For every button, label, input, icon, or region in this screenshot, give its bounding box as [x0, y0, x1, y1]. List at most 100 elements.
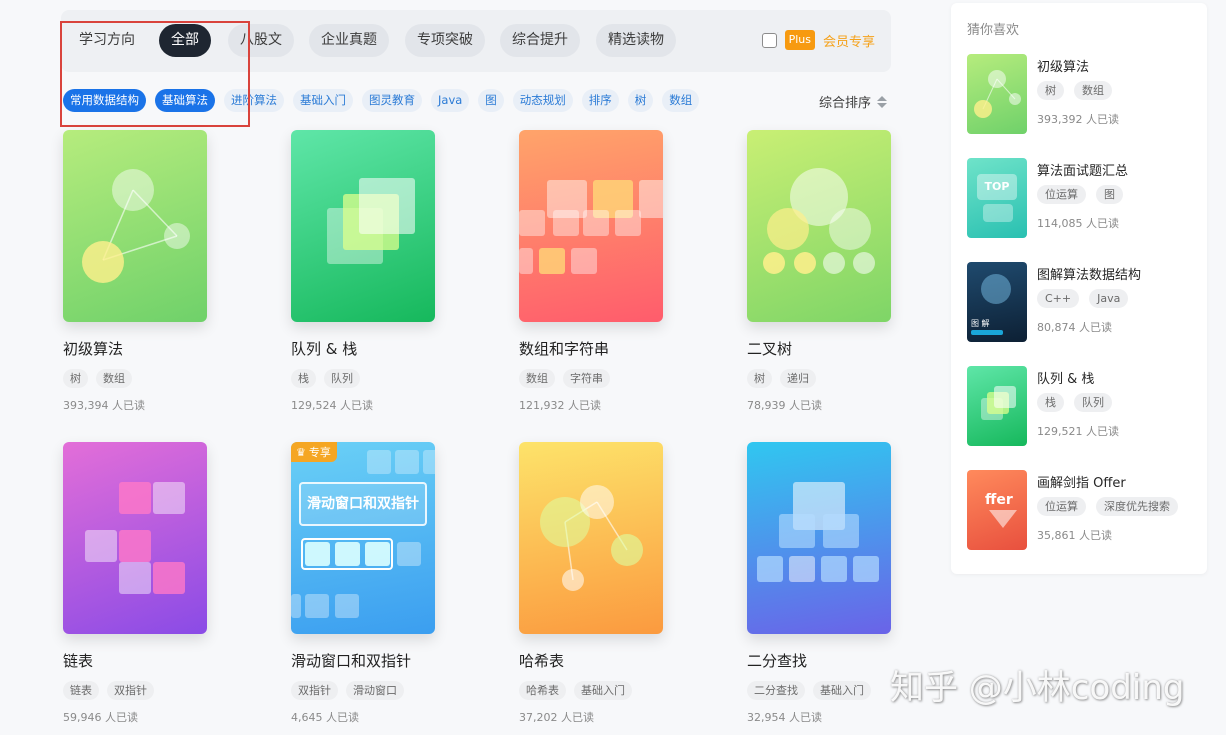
card-tag[interactable]: 双指针 [107, 681, 154, 700]
recommend-title[interactable]: 画解剑指 Offer [1037, 472, 1126, 491]
tag-sort[interactable]: 排序 [581, 89, 619, 112]
book-card[interactable]: 链表 链表 双指针 59,946 人已读 [63, 442, 213, 725]
card-tag[interactable]: 栈 [291, 369, 316, 388]
tag-tree[interactable]: 树 [627, 89, 654, 112]
card-tag[interactable]: 二分查找 [747, 681, 805, 700]
crown-icon: ♛ [296, 445, 306, 459]
recommend-item[interactable]: ffer 画解剑指 Offer 位运算 深度优先搜索 35,861 人已读 [967, 470, 1197, 550]
list-node [85, 530, 117, 562]
direction-label: 学习方向 [79, 32, 135, 48]
speech-bubble-icon [983, 204, 1013, 222]
recommend-tag[interactable]: 数组 [1074, 81, 1112, 100]
recommend-tag[interactable]: 树 [1037, 81, 1064, 100]
card-tag[interactable]: 哈希表 [519, 681, 566, 700]
hash-illustration-icon [540, 485, 643, 591]
card-tag[interactable]: 队列 [324, 369, 360, 388]
card-tag[interactable]: 数组 [96, 369, 132, 388]
array-cell [583, 210, 609, 236]
top-speech-icon: TOP [977, 174, 1017, 200]
book-card[interactable]: 二分查找 二分查找 基础入门 32,954 人已读 [747, 442, 897, 725]
card-title[interactable]: 二分查找 [747, 650, 897, 671]
card-tag[interactable]: 滑动窗口 [346, 681, 404, 700]
sidebar-heading: 猜你喜欢 [967, 23, 1020, 38]
card-title[interactable]: 初级算法 [63, 338, 213, 359]
tag-turing[interactable]: 图灵教育 [362, 89, 422, 112]
thumb-caption: 图 解 [971, 319, 990, 328]
astronaut-icon [981, 274, 1011, 304]
card-title[interactable]: 链表 [63, 650, 213, 671]
card-tag[interactable]: 树 [747, 369, 772, 388]
recommend-item[interactable]: 初级算法 树数组 393,392 人已读 [967, 54, 1197, 134]
array-cell [615, 210, 641, 236]
category-special[interactable]: 专项突破 [405, 24, 485, 57]
recommend-title[interactable]: 初级算法 [1037, 56, 1089, 75]
sort-arrows-icon [877, 95, 887, 108]
card-tag[interactable]: 链表 [63, 681, 99, 700]
category-company-exam[interactable]: 企业真题 [309, 24, 389, 57]
read-count: 37,202 人已读 [519, 711, 594, 724]
recommend-tag[interactable]: Java [1089, 289, 1129, 308]
book-card[interactable]: 二叉树 树递归 78,939 人已读 [747, 130, 897, 413]
recommend-item[interactable]: 队列 & 栈 栈队列 129,521 人已读 [967, 366, 1197, 446]
recommend-tag[interactable]: C++ [1037, 289, 1080, 308]
card-tag[interactable]: 字符串 [563, 369, 610, 388]
card-title[interactable]: 数组和字符串 [519, 338, 669, 359]
card-tag[interactable]: 双指针 [291, 681, 338, 700]
plus-checkbox[interactable] [761, 32, 777, 48]
tag-dp[interactable]: 动态规划 [512, 89, 573, 112]
book-card[interactable]: 数组和字符串 数组 字符串 121,932 人已读 [519, 130, 669, 413]
array-cell [519, 210, 545, 236]
plus-filter[interactable]: Plus 会员专享 [761, 30, 875, 50]
card-title[interactable]: 哈希表 [519, 650, 669, 671]
card-title[interactable]: 队列 & 栈 [291, 338, 441, 359]
recommend-title[interactable]: 算法面试题汇总 [1037, 160, 1128, 179]
list-node [119, 482, 151, 514]
tag-array[interactable]: 数组 [662, 89, 700, 112]
recommend-tag[interactable]: 栈 [1037, 393, 1064, 412]
cover-title: 滑动窗口和双指针 [299, 482, 427, 526]
recommend-title[interactable]: 图解算法数据结构 [1037, 264, 1141, 283]
list-node [119, 562, 151, 594]
card-title[interactable]: 滑动窗口和双指针 [291, 650, 441, 671]
category-reading[interactable]: 精选读物 [596, 24, 676, 57]
recommend-tag[interactable]: 队列 [1074, 393, 1112, 412]
tag-common-ds[interactable]: 常用数据结构 [63, 89, 146, 112]
list-node [153, 562, 185, 594]
book-card[interactable]: 初级算法 树数组 393,394 人已读 [63, 130, 213, 413]
recommend-item[interactable]: 图 解 图解算法数据结构 C++ Java 80,874 人已读 [967, 262, 1197, 342]
book-cover [747, 130, 891, 322]
recommend-tag[interactable]: 图 [1096, 185, 1123, 204]
book-cover: ♛ 专享 滑动窗口和双指针 [291, 442, 435, 634]
category-comprehensive[interactable]: 综合提升 [500, 24, 580, 57]
book-card[interactable]: 哈希表 哈希表 基础入门 37,202 人已读 [519, 442, 669, 725]
card-tag[interactable]: 递归 [780, 369, 816, 388]
book-cover [291, 130, 435, 322]
category-all[interactable]: 全部 [159, 24, 211, 57]
book-card[interactable]: ♛ 专享 滑动窗口和双指针 滑动窗口和双指针 双指针 滑动窗口 4,645 人已读 [291, 442, 441, 725]
card-title[interactable]: 二叉树 [747, 338, 897, 359]
read-count: 393,394 人已读 [63, 399, 145, 412]
book-cover [63, 130, 207, 322]
card-tag[interactable]: 基础入门 [813, 681, 871, 700]
card-tag[interactable]: 数组 [519, 369, 555, 388]
recommend-title[interactable]: 队列 & 栈 [1037, 368, 1094, 387]
card-tag[interactable]: 基础入门 [574, 681, 632, 700]
sort-label: 综合排序 [818, 96, 871, 111]
sort-dropdown[interactable]: 综合排序 [819, 92, 887, 111]
recommend-tag[interactable]: 位运算 [1037, 185, 1086, 204]
category-bagu[interactable]: 八股文 [228, 24, 294, 57]
tag-basic-algo[interactable]: 基础算法 [155, 89, 215, 112]
recommend-tag[interactable]: 深度优先搜索 [1096, 497, 1178, 516]
recommend-item[interactable]: TOP 算法面试题汇总 位运算图 114,085 人已读 [967, 158, 1197, 238]
thumb-bar [971, 330, 1003, 335]
book-card[interactable]: 队列 & 栈 栈队列 129,524 人已读 [291, 130, 441, 413]
window-cell [397, 542, 421, 566]
card-tag[interactable]: 树 [63, 369, 88, 388]
recommend-tag[interactable]: 位运算 [1037, 497, 1086, 516]
window-cell [335, 542, 360, 566]
tag-basic-intro[interactable]: 基础入门 [293, 89, 353, 112]
tag-java[interactable]: Java [431, 89, 470, 112]
read-count: 32,954 人已读 [747, 711, 822, 724]
tag-advanced-algo[interactable]: 进阶算法 [224, 89, 284, 112]
tag-graph[interactable]: 图 [478, 89, 504, 112]
